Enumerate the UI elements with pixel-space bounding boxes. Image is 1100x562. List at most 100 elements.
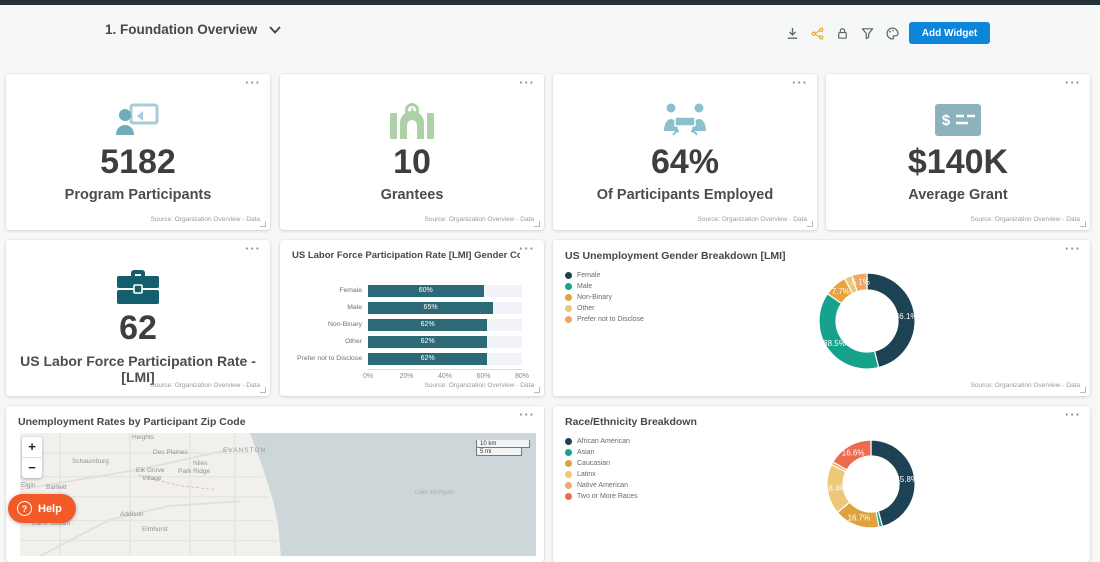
resize-handle-icon[interactable] (534, 221, 540, 227)
kpi-card-average-grant: ··· $ $140K Average Grant Source: Organi… (826, 74, 1090, 230)
resize-handle-icon[interactable] (260, 221, 266, 227)
kpi-card-participants-employed: ··· 64% Of Participants Employed Source:… (553, 74, 817, 230)
legend-item[interactable]: African American (565, 438, 638, 445)
legend-item[interactable]: Male (565, 283, 644, 290)
legend-item[interactable]: Female (565, 272, 644, 279)
widget-unemployment-map: ··· Unemployment Rates by Participant Zi… (6, 406, 544, 562)
widget-menu-icon[interactable]: ··· (245, 242, 261, 256)
bar-chart: Female60%Male65%Non-Binary62%Other62%Pre… (290, 282, 522, 384)
zoom-out-button[interactable]: − (22, 458, 42, 478)
map-place-label: Elk Grove (136, 467, 165, 474)
legend-label: Prefer not to Disclose (577, 316, 644, 323)
widget-menu-icon[interactable]: ··· (792, 76, 808, 90)
legend-dot (565, 471, 572, 478)
donut-value-label: 45.8% (895, 475, 918, 484)
kpi-card-labor-force-rate: ··· 62 US Labor Force Participation Rate… (6, 240, 270, 396)
bar[interactable]: 62% (368, 319, 487, 331)
legend-item[interactable]: Prefer not to Disclose (565, 316, 644, 323)
dashboard-title-menu[interactable]: 1. Foundation Overview (105, 22, 281, 37)
map-place-label: Niles (193, 460, 207, 467)
widget-menu-icon[interactable]: ··· (519, 408, 535, 422)
legend-dot (565, 438, 572, 445)
widget-menu-icon[interactable]: ··· (245, 76, 261, 90)
legend-item[interactable]: Asian (565, 449, 638, 456)
bar-track: 62% (368, 353, 522, 365)
kpi-label: Of Participants Employed (589, 187, 781, 203)
scale-mi-label: 5 mi (476, 448, 522, 456)
widget-menu-icon[interactable]: ··· (519, 76, 535, 90)
legend-item[interactable]: Latinx (565, 471, 638, 478)
x-axis-tick: 0% (363, 373, 373, 380)
bar-category-label: Other (290, 338, 368, 345)
legend-item[interactable]: Other (565, 305, 644, 312)
legend-dot (565, 305, 572, 312)
chevron-down-icon (269, 26, 281, 34)
widget-title: Race/Ethnicity Breakdown (565, 416, 1066, 428)
bar[interactable]: 65% (368, 302, 493, 314)
map-place-label: Heights (132, 434, 154, 441)
filter-icon[interactable] (859, 25, 876, 42)
widget-menu-icon[interactable]: ··· (519, 242, 535, 256)
kpi-label: Average Grant (900, 187, 1015, 203)
kpi-label: Grantees (373, 187, 452, 203)
widget-menu-icon[interactable]: ··· (1065, 408, 1081, 422)
header-toolbar (784, 25, 926, 42)
bar-row: Other62% (290, 333, 522, 350)
resize-handle-icon[interactable] (1080, 221, 1086, 227)
zoom-in-button[interactable]: + (22, 437, 42, 457)
legend-item[interactable]: Non-Binary (565, 294, 644, 301)
kpi-card-grantees: ··· 10 Grantees Source: Organization Ove… (280, 74, 544, 230)
resize-handle-icon[interactable] (260, 387, 266, 393)
donut-value-label: 18.4% (824, 484, 847, 493)
donut-value-label: 16.7% (848, 513, 871, 522)
resize-handle-icon[interactable] (1080, 387, 1086, 393)
bar-value-label: 62% (421, 355, 435, 362)
bar[interactable]: 62% (368, 353, 487, 365)
svg-text:$: $ (942, 112, 951, 129)
map-zoom-control: + − (22, 437, 42, 478)
resize-handle-icon[interactable] (807, 221, 813, 227)
legend-label: Two or More Races (577, 493, 638, 500)
bar[interactable]: 62% (368, 336, 487, 348)
legend-item[interactable]: Two or More Races (565, 493, 638, 500)
legend-label: Male (577, 283, 592, 290)
x-axis-tick: 80% (515, 373, 529, 380)
x-axis-tick: 60% (476, 373, 490, 380)
source-label: Source: Organization Overview - Data (425, 382, 534, 389)
legend-label: Native American (577, 482, 628, 489)
widget-menu-icon[interactable]: ··· (1065, 76, 1081, 90)
donut-value-label: 7.7% (832, 287, 850, 296)
palette-icon[interactable] (884, 25, 901, 42)
help-label: Help (38, 503, 62, 515)
legend-dot (565, 283, 572, 290)
bar-row: Non-Binary62% (290, 316, 522, 333)
map-place-label: Lake Michigan (415, 490, 454, 496)
chart-legend: African American Asian Caucasian Latinx Nati… (565, 438, 638, 500)
resize-handle-icon[interactable] (534, 387, 540, 393)
widget-menu-icon[interactable]: ··· (1065, 242, 1081, 256)
legend-label: Caucasian (577, 460, 610, 467)
legend-dot (565, 449, 572, 456)
map-canvas[interactable]: HeightsDes PlainesEVANSTONSchaumburgNile… (20, 433, 536, 556)
bar[interactable]: 60% (368, 285, 484, 297)
kpi-value: 5182 (100, 144, 176, 180)
kpi-value: $140K (908, 144, 1008, 180)
donut-chart-race: 45.8%16.7%18.4%16.6% (816, 429, 926, 539)
source-label: Source: Organization Overview - Data (151, 216, 260, 223)
widget-unemployment-gender-donut: ··· US Unemployment Gender Breakdown [LM… (553, 240, 1090, 396)
share-icon[interactable] (809, 25, 826, 42)
donut-slice-male[interactable] (819, 294, 879, 369)
map-place-label: Village (142, 475, 161, 482)
scale-km-label: 10 km (476, 440, 530, 448)
bar-track: 60% (368, 285, 522, 297)
legend-item[interactable]: Caucasian (565, 460, 638, 467)
x-axis-tick: 40% (438, 373, 452, 380)
download-icon[interactable] (784, 25, 801, 42)
help-button[interactable]: ? Help (8, 494, 76, 523)
legend-dot (565, 493, 572, 500)
kpi-value: 10 (393, 144, 431, 180)
lock-icon[interactable] (834, 25, 851, 42)
bar-category-label: Male (290, 304, 368, 311)
add-widget-button[interactable]: Add Widget (909, 22, 990, 44)
legend-item[interactable]: Native American (565, 482, 638, 489)
